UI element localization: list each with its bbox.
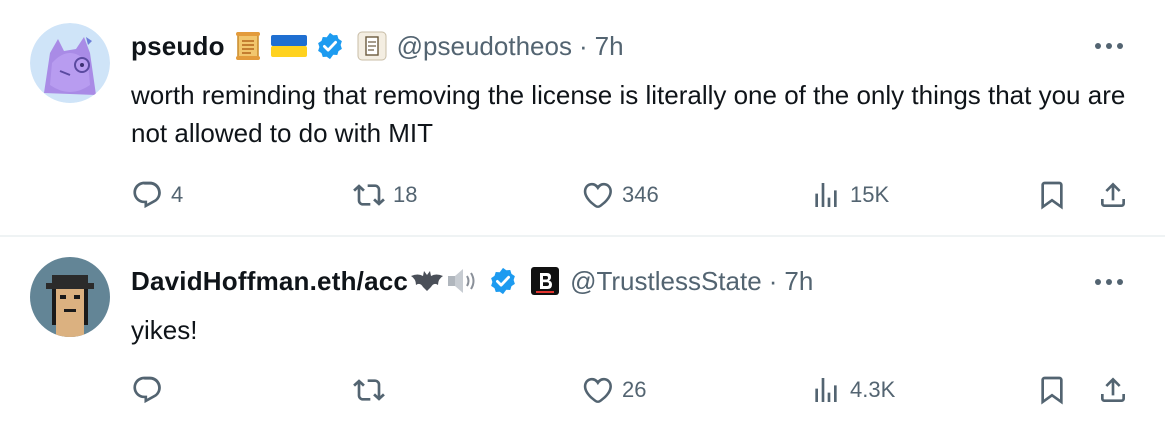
handle[interactable]: @pseudotheos	[397, 31, 572, 62]
heart-icon	[583, 182, 612, 208]
speaker-emoji	[446, 266, 480, 296]
views-chart-icon	[815, 183, 837, 207]
retweet-count: 18	[393, 182, 418, 207]
bookmark-button[interactable]	[1036, 175, 1068, 215]
separator-dot: ·	[768, 265, 778, 296]
retweet-icon	[353, 379, 385, 401]
like-button[interactable]: 26	[582, 370, 646, 410]
ellipsis-icon	[1095, 43, 1123, 49]
timestamp[interactable]: 7h	[784, 266, 813, 297]
reply-button[interactable]: 4	[131, 175, 183, 215]
timestamp[interactable]: 7h	[595, 31, 624, 62]
share-icon	[1101, 377, 1125, 402]
retweet-button[interactable]	[353, 370, 393, 410]
views-chart-icon	[815, 378, 837, 402]
retweet-button[interactable]: 18	[353, 175, 417, 215]
tweet[interactable]: DavidHoffman.eth/acc @TrustlessState · 7…	[0, 237, 1165, 430]
scroll-emoji	[233, 30, 263, 62]
share-button[interactable]	[1097, 370, 1129, 410]
verified-badge-icon[interactable]	[315, 31, 345, 61]
share-button[interactable]	[1097, 175, 1129, 215]
views-button[interactable]: 4.3K	[810, 370, 895, 410]
bookmark-icon	[1041, 376, 1063, 405]
retweet-icon	[353, 184, 385, 206]
separator-dot: ·	[578, 30, 588, 61]
like-button[interactable]: 346	[582, 175, 659, 215]
views-count: 15K	[850, 182, 890, 207]
avatar[interactable]	[30, 23, 110, 103]
display-name[interactable]: DavidHoffman.eth/acc	[131, 266, 408, 297]
reply-button[interactable]	[131, 370, 171, 410]
views-count: 4.3K	[850, 377, 896, 402]
handle[interactable]: @TrustlessState	[570, 266, 762, 297]
scroll-affiliate-badge-icon[interactable]	[357, 31, 387, 61]
avatar[interactable]	[30, 257, 110, 337]
tweet-header: pseudo @pseudotheos · 7h	[131, 26, 624, 66]
action-bar: 4 18 346 15K	[131, 175, 1135, 215]
display-name[interactable]: pseudo	[131, 31, 225, 62]
heart-icon	[583, 377, 612, 403]
ukraine-flag-emoji	[270, 33, 307, 59]
like-count: 26	[622, 377, 647, 402]
tweet-header: DavidHoffman.eth/acc @TrustlessState · 7…	[131, 261, 813, 301]
reply-count: 4	[171, 182, 184, 207]
bat-emoji	[410, 267, 444, 295]
share-icon	[1101, 182, 1125, 207]
ellipsis-icon	[1095, 279, 1123, 285]
tweet-text: yikes!	[131, 315, 198, 345]
bookmark-button[interactable]	[1036, 370, 1068, 410]
more-options-button[interactable]	[1089, 26, 1129, 66]
more-options-button[interactable]	[1089, 262, 1129, 302]
tweet-text: worth reminding that removing the licens…	[131, 80, 1126, 148]
tweet[interactable]: pseudo @pseudotheos · 7h worth reminding…	[0, 0, 1165, 236]
verified-badge-icon[interactable]	[488, 266, 518, 296]
bankless-affiliate-badge-icon[interactable]	[530, 266, 560, 296]
views-button[interactable]: 15K	[810, 175, 889, 215]
like-count: 346	[622, 182, 659, 207]
reply-icon	[133, 376, 161, 404]
bookmark-icon	[1041, 181, 1063, 210]
action-bar: 26 4.3K	[131, 370, 1135, 410]
reply-icon	[133, 181, 161, 209]
